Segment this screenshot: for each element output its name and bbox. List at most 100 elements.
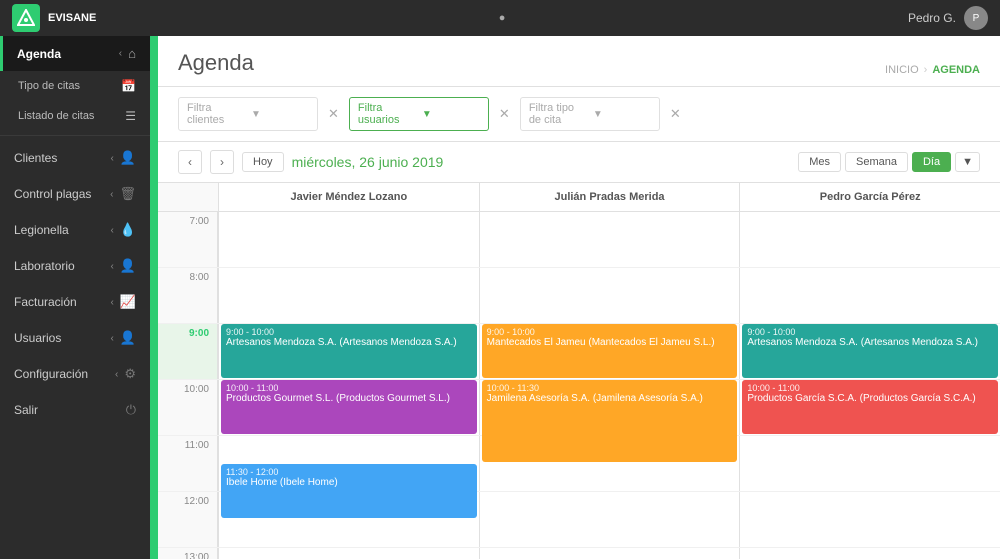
cal-current-date: miércoles, 26 junio 2019 xyxy=(292,154,444,170)
cal-body: 7:008:009:009:00 - 10:00Artesanos Mendoz… xyxy=(158,212,1000,559)
cal-event-title: Productos Gourmet S.L. (Productos Gourme… xyxy=(226,393,472,404)
cal-event[interactable]: 10:00 - 11:30Jamilena Asesoría S.A. (Jam… xyxy=(482,380,738,462)
cal-gutter-header xyxy=(158,183,218,211)
cal-cell-700-col0[interactable] xyxy=(218,212,479,267)
sidebar-label-salir: Salir xyxy=(14,403,38,417)
cal-event-time: 9:00 - 10:00 xyxy=(747,327,993,337)
filter-tipo-label: Filtra tipo de cita xyxy=(529,102,587,126)
sidebar-arrow-laboratorio: ‹ xyxy=(110,261,113,272)
cal-cell-1000-col1[interactable]: 10:00 - 11:30Jamilena Asesoría S.A. (Jam… xyxy=(479,380,740,435)
cal-hour-row-700: 7:00 xyxy=(158,212,1000,268)
cal-cell-1000-col2[interactable]: 10:00 - 11:00Productos García S.C.A. (Pr… xyxy=(739,380,1000,435)
sidebar-item-usuarios[interactable]: Usuarios ‹ 👤 xyxy=(0,320,150,356)
cal-cell-1100-col0[interactable]: 11:30 - 12:00Ibele Home (Ibele Home) xyxy=(218,436,479,491)
sidebar-arrow-legionella: ‹ xyxy=(110,225,113,236)
cal-cell-800-col0[interactable] xyxy=(218,268,479,323)
breadcrumb-current: AGENDA xyxy=(932,64,980,76)
sidebar-icon-usuarios: 👤 xyxy=(120,330,136,346)
sidebar-label-usuarios: Usuarios xyxy=(14,331,61,345)
cal-event-time: 11:30 - 12:00 xyxy=(226,467,472,477)
cal-cell-800-col2[interactable] xyxy=(739,268,1000,323)
filter-tipo-select[interactable]: Filtra tipo de cita ▼ xyxy=(520,97,660,131)
sidebar-icon-configuracion: ⚙ xyxy=(124,366,136,382)
sidebar-divider-1 xyxy=(0,135,150,136)
cal-event[interactable]: 9:00 - 10:00Artesanos Mendoza S.A. (Arte… xyxy=(742,324,998,378)
green-sidebar-bar xyxy=(150,36,158,559)
sidebar-home-icon: ⌂ xyxy=(128,46,136,61)
sidebar-arrow-agenda: ‹ xyxy=(119,48,122,59)
cal-cell-800-col1[interactable] xyxy=(479,268,740,323)
cal-cell-900-col0[interactable]: 9:00 - 10:00Artesanos Mendoza S.A. (Arte… xyxy=(218,324,479,379)
cal-event[interactable]: 10:00 - 11:00Productos Gourmet S.L. (Pro… xyxy=(221,380,477,434)
cal-event[interactable]: 9:00 - 10:00Mantecados El Jameu (Manteca… xyxy=(482,324,738,378)
filter-clientes-clear[interactable]: ✕ xyxy=(328,106,339,122)
breadcrumb-separator: › xyxy=(924,64,928,76)
cal-cell-1300-col2[interactable] xyxy=(739,548,1000,559)
sidebar-icon-tipo-citas: 📅 xyxy=(121,79,136,93)
filter-clientes-select[interactable]: Filtra clientes ▼ xyxy=(178,97,318,131)
breadcrumb-home[interactable]: INICIO xyxy=(885,64,919,76)
cal-hour-label-900: 9:00 xyxy=(158,324,218,379)
logo-text: EVISANE xyxy=(48,12,96,24)
sidebar-item-configuracion[interactable]: Configuración ‹ ⚙ xyxy=(0,356,150,392)
filter-usuarios-clear[interactable]: ✕ xyxy=(499,106,510,122)
main-content: Agenda INICIO › AGENDA Filtra clientes ▼… xyxy=(158,36,1000,559)
filter-usuarios-label: Filtra usuarios xyxy=(358,102,416,126)
sidebar-label-legionella: Legionella xyxy=(14,223,69,237)
cal-hour-label-800: 8:00 xyxy=(158,268,218,323)
cal-event[interactable]: 10:00 - 11:00Productos García S.C.A. (Pr… xyxy=(742,380,998,434)
cal-prev-btn[interactable]: ‹ xyxy=(178,150,202,174)
cal-event-time: 10:00 - 11:00 xyxy=(226,383,472,393)
sidebar-item-control-plagas[interactable]: Control plagas ‹ 🗑 xyxy=(0,176,150,212)
filter-usuarios-arrow: ▼ xyxy=(422,109,480,120)
sidebar-item-legionella[interactable]: Legionella ‹ 💧 xyxy=(0,212,150,248)
cal-cell-900-col1[interactable]: 9:00 - 10:00Mantecados El Jameu (Manteca… xyxy=(479,324,740,379)
cal-month-btn[interactable]: Mes xyxy=(798,152,841,172)
cal-cell-700-col2[interactable] xyxy=(739,212,1000,267)
sidebar-label-agenda: Agenda xyxy=(17,47,61,61)
cal-cell-1000-col0[interactable]: 10:00 - 11:00Productos Gourmet S.L. (Pro… xyxy=(218,380,479,435)
sidebar-item-clientes[interactable]: Clientes ‹ 👤 xyxy=(0,140,150,176)
cal-today-btn[interactable]: Hoy xyxy=(242,152,284,172)
sidebar-item-laboratorio[interactable]: Laboratorio ‹ 👤 xyxy=(0,248,150,284)
cal-cell-700-col1[interactable] xyxy=(479,212,740,267)
logo-icon xyxy=(12,4,40,32)
cal-cell-1200-col2[interactable] xyxy=(739,492,1000,547)
sidebar-label-facturacion: Facturación xyxy=(14,295,77,309)
cal-hour-label-700: 7:00 xyxy=(158,212,218,267)
sidebar-label-tipo-citas: Tipo de citas xyxy=(18,80,80,92)
cal-cell-1300-col1[interactable] xyxy=(479,548,740,559)
cal-cell-1100-col2[interactable] xyxy=(739,436,1000,491)
page-header: Agenda INICIO › AGENDA xyxy=(158,36,1000,87)
sidebar-item-agenda[interactable]: Agenda ‹ ⌂ xyxy=(0,36,150,71)
user-name: Pedro G. xyxy=(908,11,956,25)
cal-event-title: Artesanos Mendoza S.A. (Artesanos Mendoz… xyxy=(226,337,472,348)
sidebar-arrow-configuracion: ‹ xyxy=(115,369,118,380)
cal-event-time: 10:00 - 11:00 xyxy=(747,383,993,393)
filter-clientes-label: Filtra clientes xyxy=(187,102,245,126)
cal-cell-1200-col1[interactable] xyxy=(479,492,740,547)
sidebar-item-tipo-citas[interactable]: Tipo de citas 📅 xyxy=(0,71,150,101)
sidebar-label-clientes: Clientes xyxy=(14,151,57,165)
cal-view-dropdown[interactable]: ▼ xyxy=(955,152,980,172)
cal-col-header-1: Julián Pradas Merida xyxy=(479,183,740,211)
cal-hour-label-1100: 11:00 xyxy=(158,436,218,491)
cal-event-title: Mantecados El Jameu (Mantecados El Jameu… xyxy=(487,337,733,348)
cal-next-btn[interactable]: › xyxy=(210,150,234,174)
cal-day-btn[interactable]: Día xyxy=(912,152,951,172)
cal-week-btn[interactable]: Semana xyxy=(845,152,908,172)
sidebar-item-listado-citas[interactable]: Listado de citas ☰ xyxy=(0,101,150,131)
filter-usuarios-select[interactable]: Filtra usuarios ▼ xyxy=(349,97,489,131)
cal-cell-900-col2[interactable]: 9:00 - 10:00Artesanos Mendoza S.A. (Arte… xyxy=(739,324,1000,379)
cal-event[interactable]: 11:30 - 12:00Ibele Home (Ibele Home) xyxy=(221,464,477,518)
cal-event[interactable]: 9:00 - 10:00Artesanos Mendoza S.A. (Arte… xyxy=(221,324,477,378)
cal-hour-row-1000: 10:0010:00 - 11:00Productos Gourmet S.L.… xyxy=(158,380,1000,436)
cal-cell-1300-col0[interactable] xyxy=(218,548,479,559)
calendar-container: Javier Méndez Lozano Julián Pradas Merid… xyxy=(158,183,1000,559)
sidebar-item-salir[interactable]: Salir ⏻ xyxy=(0,392,150,428)
cal-col-header-0: Javier Méndez Lozano xyxy=(218,183,479,211)
sidebar-item-facturacion[interactable]: Facturación ‹ 📈 xyxy=(0,284,150,320)
sidebar-label-control-plagas: Control plagas xyxy=(14,187,91,201)
filter-tipo-clear[interactable]: ✕ xyxy=(670,106,681,122)
topbar-center-icon[interactable]: ● xyxy=(499,12,506,24)
